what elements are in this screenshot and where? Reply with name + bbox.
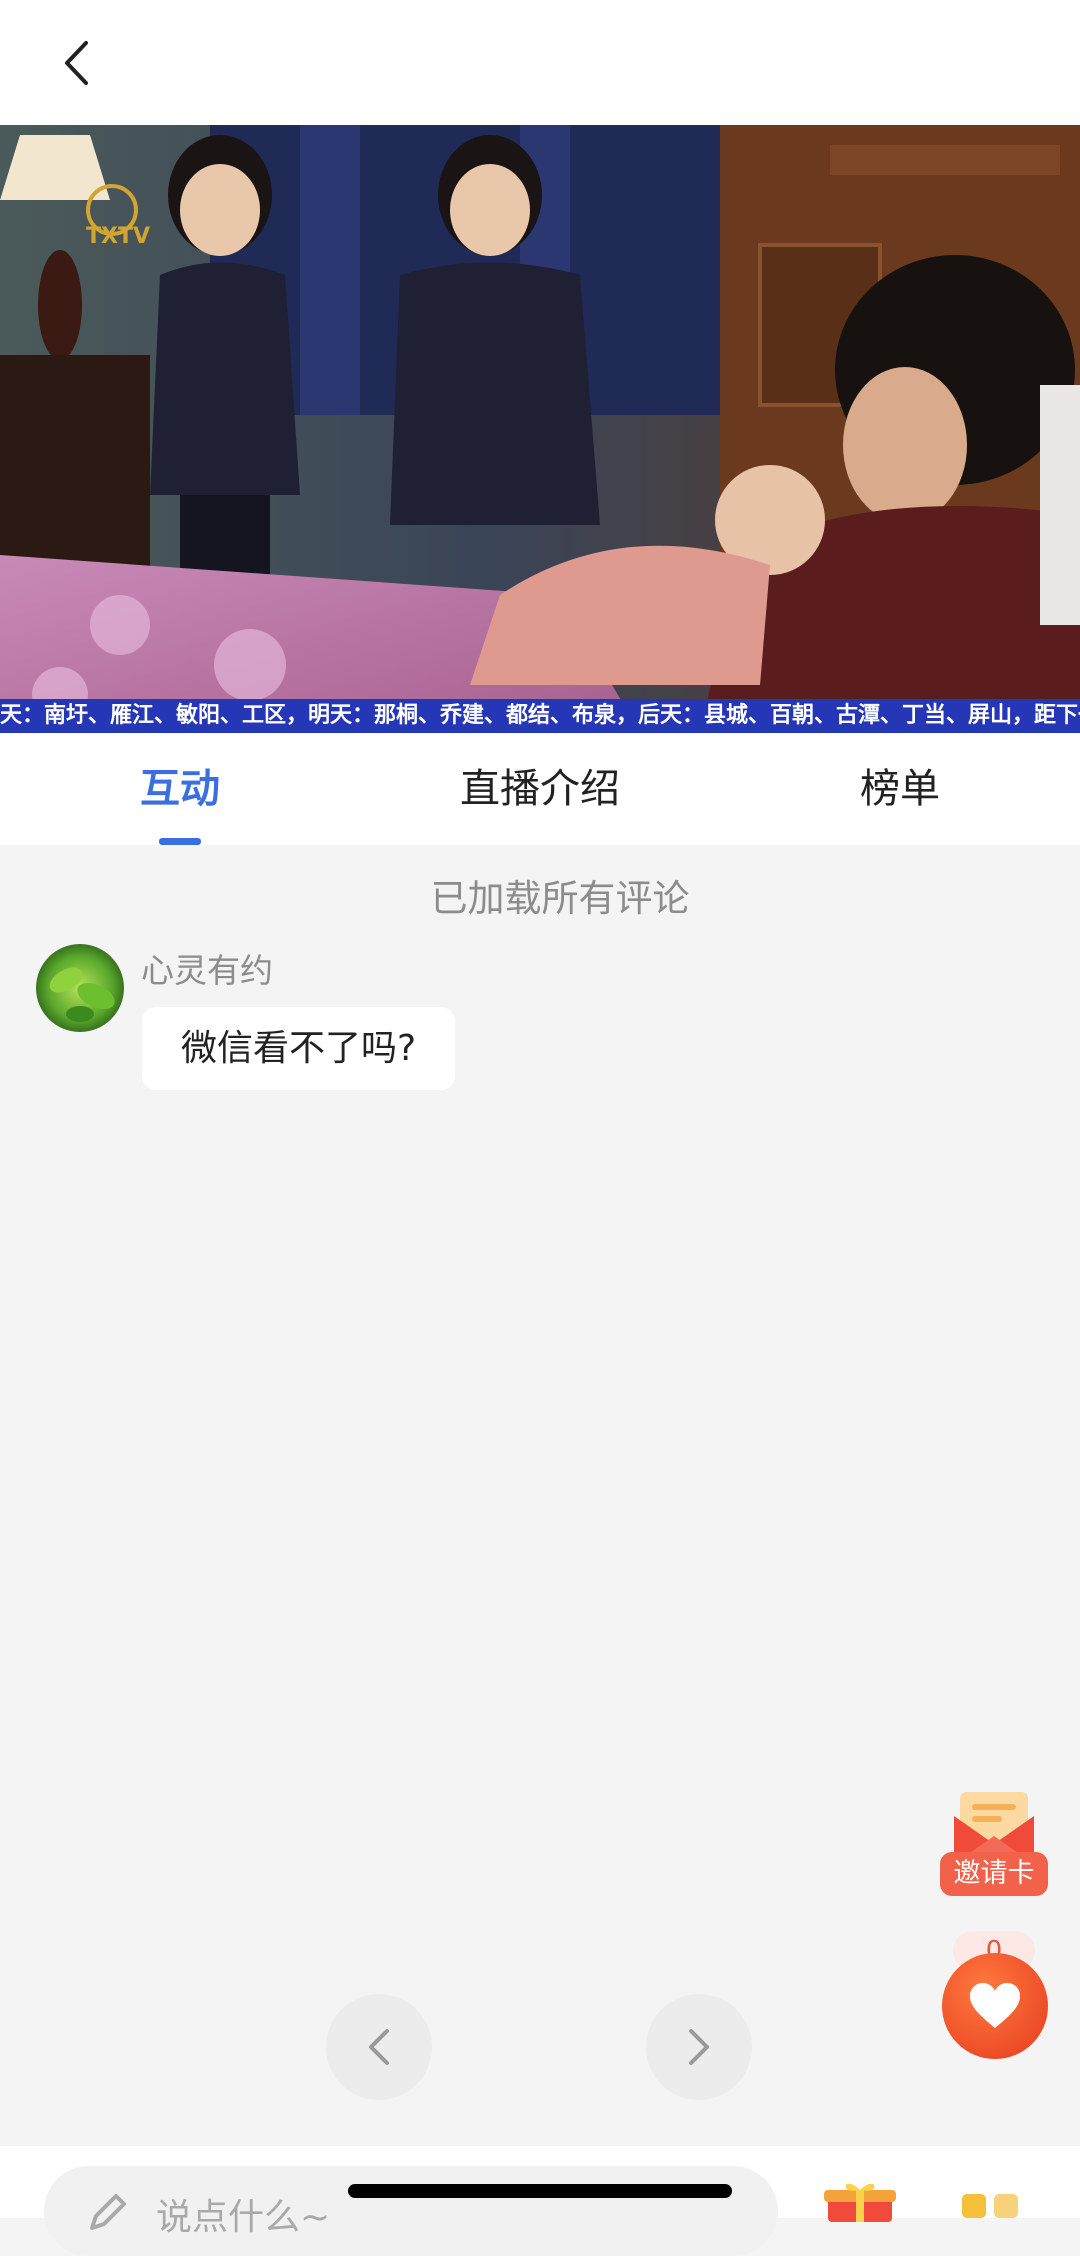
- comment-username: 心灵有约: [141, 951, 273, 990]
- ticker-text: 天：南圩、雁江、敏阳、工区，明天：那桐、乔建、都结、布泉，后天：县城、百朝、古潭…: [0, 703, 1080, 728]
- back-button[interactable]: [46, 30, 106, 96]
- tab-bar: 互动 直播介绍 榜单: [0, 733, 1080, 845]
- chevron-right-icon: [689, 2029, 709, 2065]
- top-bar: [0, 0, 1080, 125]
- home-indicator: [348, 2184, 732, 2198]
- gift-icon: [824, 2183, 896, 2222]
- invite-card-label: 邀请卡: [940, 1852, 1048, 1896]
- heart-icon: [970, 1983, 1020, 2028]
- comment-bubble: 微信看不了吗?: [142, 1007, 455, 1090]
- tab-indicator: [159, 838, 201, 845]
- grid-icon: [962, 2194, 1018, 2218]
- news-ticker: 天：南圩、雁江、敏阳、工区，明天：那桐、乔建、都结、布泉，后天：县城、百朝、古潭…: [0, 699, 1080, 733]
- tab-interaction[interactable]: 互动: [95, 733, 265, 845]
- comments-loaded-note: 已加载所有评论: [430, 877, 690, 920]
- next-button[interactable]: [646, 1994, 752, 2100]
- video-player[interactable]: TXTV 天：南圩、雁江、敏阳、工区，明天：那桐、乔建、都结、布泉，后天：县城、…: [0, 125, 1080, 733]
- avatar-image: [36, 944, 124, 1032]
- gift-button[interactable]: [824, 2182, 896, 2222]
- previous-button[interactable]: [326, 1994, 432, 2100]
- invite-card-button[interactable]: 邀请卡: [940, 1786, 1048, 1898]
- pen-icon: [90, 2194, 126, 2230]
- comment-input[interactable]: 说点什么~: [44, 2166, 778, 2256]
- chevron-left-icon: [369, 2029, 389, 2065]
- tab-live-intro[interactable]: 直播介绍: [440, 733, 640, 845]
- tab-ranking[interactable]: 榜单: [820, 733, 980, 845]
- more-apps-button[interactable]: [962, 2188, 1020, 2218]
- video-frame: TXTV: [0, 125, 1080, 733]
- like-button[interactable]: [942, 1953, 1048, 2059]
- avatar[interactable]: [36, 944, 124, 1032]
- comment-placeholder: 说点什么~: [156, 2197, 331, 2238]
- chevron-left-icon: [65, 41, 88, 85]
